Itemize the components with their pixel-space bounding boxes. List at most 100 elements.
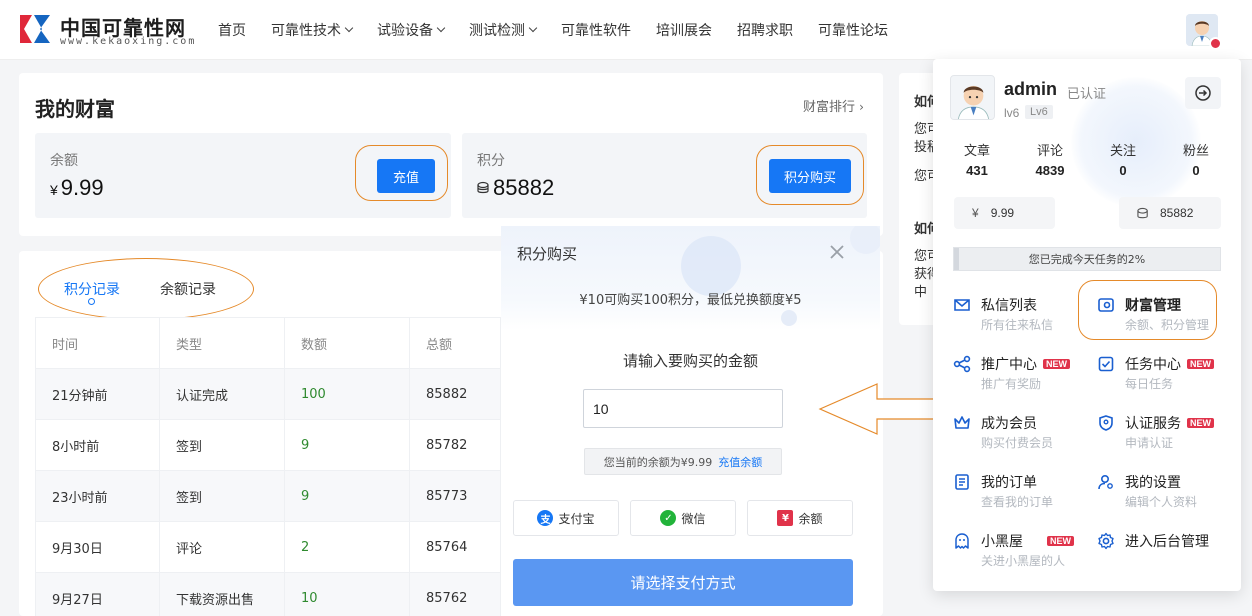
menu-membership[interactable]: 成为会员 购买付费会员 (953, 412, 1093, 456)
stat-following[interactable]: 关注 0 (1093, 140, 1153, 178)
mail-icon (954, 299, 970, 311)
nav-item-tech[interactable]: 可靠性技术 (271, 20, 354, 40)
pay-option-label: 微信 (681, 511, 706, 526)
menu-title-text: 任务中心 (1125, 357, 1181, 373)
recharge-balance-link[interactable]: 充值余额 (718, 454, 762, 470)
panel-points[interactable]: 85882 (1119, 197, 1221, 229)
menu-admin[interactable]: 进入后台管理 (1097, 530, 1237, 574)
nav-item-testing[interactable]: 测试检测 (469, 20, 538, 40)
user-dropdown-panel: admin 已认证 lv6 Lv6 文章 431 评论 4839 关注 0 粉丝 0 ¥… (933, 59, 1241, 591)
nav-item-training[interactable]: 培训展会 (656, 20, 712, 40)
points-value: 85882 (477, 175, 554, 201)
highlight-ring (756, 145, 864, 205)
table-row: 9月27日 下载资源出售 10 85762 (35, 572, 501, 616)
balance-label: 余额 (50, 153, 78, 169)
pay-option-alipay[interactable]: 支 支付宝 (513, 500, 619, 536)
menu-title: 私信列表 (981, 298, 1037, 314)
menu-settings[interactable]: 我的设置 编辑个人资料 (1097, 471, 1237, 515)
shield-icon (1099, 415, 1113, 431)
amount-input[interactable] (583, 389, 783, 428)
nav-item-home[interactable]: 首页 (218, 20, 246, 40)
cell-time: 9月30日 (35, 521, 160, 573)
menu-subtitle: 所有往来私信 (981, 318, 1054, 332)
pay-option-balance[interactable]: ¥ 余额 (747, 500, 853, 536)
logo-name-en: www.kekaoxing.com (60, 36, 197, 47)
stat-value: 4839 (1035, 163, 1065, 178)
user-avatar[interactable] (950, 75, 995, 120)
cell-total: 85762 (409, 572, 501, 616)
stat-comments[interactable]: 评论 4839 (1020, 140, 1080, 178)
menu-subtitle: 关进小黑屋的人 (981, 554, 1066, 568)
column-header: 时间 (35, 317, 160, 369)
panel-balance[interactable]: ¥ 9.99 (954, 197, 1055, 229)
cell-time: 23小时前 (35, 470, 160, 522)
nav-item-jobs[interactable]: 招聘求职 (737, 20, 793, 40)
stat-articles[interactable]: 文章 431 (947, 140, 1007, 178)
verified-badge-icon (1209, 37, 1222, 50)
wechat-icon: ✓ (660, 510, 677, 526)
pay-option-label: 支付宝 (558, 511, 595, 526)
menu-orders[interactable]: 我的订单 查看我的订单 (953, 471, 1093, 515)
table-row: 9月30日 评论 2 85764 (35, 521, 501, 573)
order-icon (955, 474, 969, 490)
rank-link-label: 财富排行 (803, 100, 856, 115)
annotation-arrow (818, 383, 939, 435)
new-badge: NEW (1187, 359, 1214, 369)
pay-submit-button[interactable]: 请选择支付方式 (513, 559, 853, 606)
nav-item-software[interactable]: 可靠性软件 (561, 20, 631, 40)
menu-subtitle: 申请认证 (1125, 436, 1174, 450)
pay-option-wechat[interactable]: ✓ 微信 (630, 500, 736, 536)
menu-title-text: 推广中心 (981, 357, 1037, 373)
cell-amount: 2 (284, 521, 410, 573)
cell-total: 85782 (409, 419, 501, 471)
nav-label: 培训展会 (656, 23, 712, 39)
stat-label: 粉丝 (1182, 144, 1209, 159)
main-nav: 首页 可靠性技术 试验设备 测试检测 可靠性软件 培训展会 招聘求职 可靠性论坛 (218, 0, 913, 60)
cell-type: 签到 (159, 470, 285, 522)
menu-promotion[interactable]: 推广中心 NEW 推广有奖励 (953, 353, 1093, 397)
highlight-ring (1078, 280, 1217, 340)
cell-type: 签到 (159, 419, 285, 471)
chevron-down-icon (528, 23, 538, 33)
task-progress-text: 您已完成今天任务的2% (1028, 253, 1146, 266)
highlight-ring (355, 145, 448, 201)
cell-amount: 9 (284, 419, 410, 471)
menu-subtitle: 编辑个人资料 (1125, 495, 1198, 509)
share-icon (953, 355, 971, 373)
stat-label: 文章 (963, 144, 990, 159)
site-logo[interactable]: 中国可靠性网 www.kekaoxing.com (18, 12, 208, 48)
menu-title-text: 认证服务 (1125, 416, 1181, 432)
close-icon[interactable] (828, 243, 846, 261)
nav-item-forum[interactable]: 可靠性论坛 (818, 20, 888, 40)
records-table: 时间 类型 数额 总额 21分钟前 认证完成 100 85882 8小时前 签到… (35, 317, 501, 616)
menu-verification[interactable]: 认证服务 NEW 申请认证 (1097, 412, 1237, 456)
cell-time: 21分钟前 (35, 368, 160, 420)
menu-subtitle: 每日任务 (1125, 377, 1174, 391)
top-navbar: 中国可靠性网 www.kekaoxing.com 首页 可靠性技术 试验设备 测… (0, 0, 1252, 60)
ghost-icon (955, 533, 969, 549)
menu-subtitle: 购买付费会员 (981, 436, 1054, 450)
menu-tasks[interactable]: 任务中心 NEW 每日任务 (1097, 353, 1237, 397)
logout-icon (1195, 85, 1211, 101)
wealth-rank-link[interactable]: 财富排行 › (803, 96, 864, 115)
current-balance-info: 您当前的余额为¥9.99 充值余额 (584, 448, 782, 475)
balance-icon: ¥ (777, 510, 794, 526)
menu-title-text: 小黑屋 (981, 534, 1023, 550)
menu-messages[interactable]: 私信列表 所有往来私信 (953, 294, 1093, 338)
cell-amount: 100 (284, 368, 410, 420)
modal-title: 积分购买 (517, 245, 578, 263)
new-badge: NEW (1047, 536, 1074, 546)
stat-followers[interactable]: 粉丝 0 (1166, 140, 1226, 178)
table-row: 23小时前 签到 9 85773 (35, 470, 501, 522)
user-settings-icon (1098, 474, 1113, 490)
task-progress-fill (954, 248, 960, 270)
menu-blacklist[interactable]: 小黑屋 NEW 关进小黑屋的人 (953, 530, 1093, 574)
table-header-row: 时间 类型 数额 总额 (35, 317, 501, 369)
nav-item-equipment[interactable]: 试验设备 (377, 20, 446, 40)
chevron-down-icon (344, 23, 354, 33)
points-amount: 85882 (493, 175, 555, 200)
nav-label: 招聘求职 (737, 23, 793, 39)
user-level: lv6 (1004, 106, 1020, 120)
cell-total: 85882 (409, 368, 501, 420)
logout-button[interactable] (1185, 77, 1221, 109)
